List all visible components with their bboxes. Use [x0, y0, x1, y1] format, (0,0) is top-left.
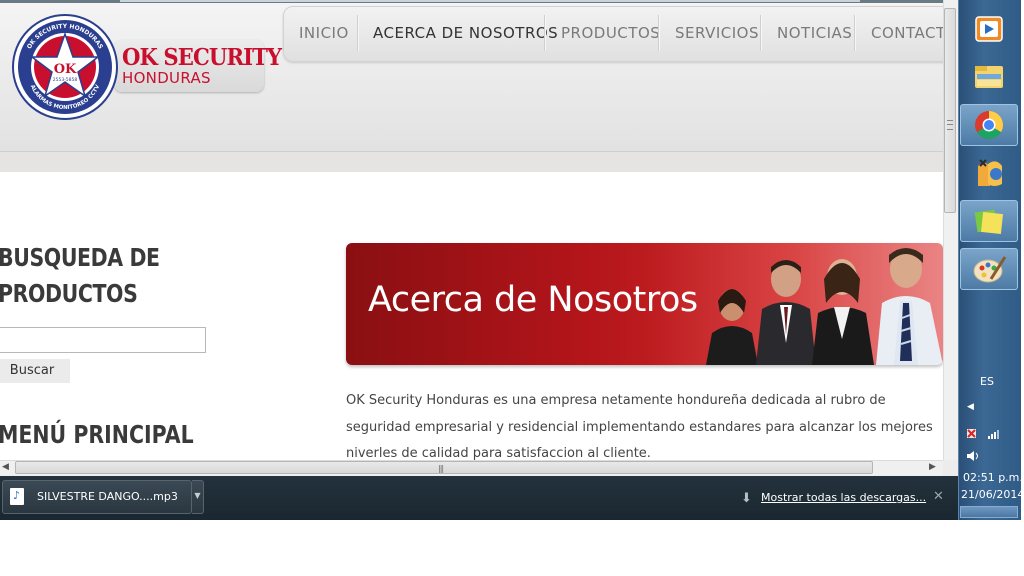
show-desktop-button[interactable]	[960, 506, 1018, 518]
clock-time[interactable]: 02:51 p.m.	[963, 471, 1023, 484]
taskbar-file-explorer[interactable]	[960, 56, 1018, 98]
header-divider	[0, 151, 943, 172]
taskbar-chrome[interactable]	[960, 104, 1018, 146]
download-arrow-icon: ⬇	[741, 491, 752, 506]
taskbar-games[interactable]	[960, 152, 1018, 194]
scroll-grip-icon: |||	[438, 464, 444, 473]
taskbar-paint[interactable]	[960, 248, 1018, 290]
sticky-notes-icon	[974, 209, 1003, 234]
chevron-down-icon[interactable]: ▼	[192, 480, 204, 514]
banner-title: Acerca de Nosotros	[368, 280, 698, 320]
download-filename[interactable]: SILVESTRE DANGO....mp3	[37, 490, 178, 503]
file-explorer-icon	[975, 66, 1003, 88]
media-player-icon	[975, 16, 1003, 42]
logo-badge-icon[interactable]: OK 2553-5858 OK SECURITY HONDURAS ALARMA…	[12, 14, 118, 120]
language-indicator[interactable]: ES	[980, 375, 994, 388]
close-icon[interactable]: ✕	[933, 489, 944, 504]
paint-icon	[973, 256, 1007, 283]
logo-subtitle[interactable]: HONDURAS	[122, 69, 211, 87]
logo-title[interactable]: OK SECURITY	[122, 44, 282, 71]
music-file-icon: ♪	[10, 488, 24, 505]
nav-item-inicio[interactable]: INICIO	[299, 24, 349, 42]
scrollbar-corner	[943, 460, 958, 476]
chrome-icon	[975, 111, 1003, 139]
vertical-scroll-thumb[interactable]	[944, 8, 956, 213]
main-nav: INICIO ACERCA DE NOSOTROS PRODUCTOS SERV…	[283, 6, 943, 62]
tray-expand-icon[interactable]: ◀	[967, 402, 974, 412]
search-input[interactable]	[0, 327, 206, 353]
nav-item-acerca[interactable]: ACERCA DE NOSOTROS	[373, 24, 558, 42]
menu-heading: MENÚ PRINCIPAL	[0, 420, 194, 449]
network-status-icon[interactable]	[966, 426, 1006, 442]
scroll-left-arrow-icon[interactable]: ◀	[2, 462, 9, 472]
show-all-downloads-link[interactable]: Mostrar todas las descargas...	[761, 491, 926, 504]
scroll-grip-icon	[947, 120, 953, 130]
taskbar-sticky-notes[interactable]	[960, 200, 1018, 242]
horizontal-scroll-thumb[interactable]	[15, 461, 873, 474]
nav-item-productos[interactable]: PRODUCTOS	[561, 24, 660, 42]
taskbar-media-player[interactable]	[960, 8, 1018, 50]
volume-icon[interactable]	[966, 449, 982, 463]
nav-item-contacte[interactable]: CONTACTE	[871, 24, 943, 42]
badge-center-text: OK	[54, 62, 77, 77]
search-button[interactable]: Buscar	[0, 359, 70, 383]
browser-viewport: OK 2553-5858 OK SECURITY HONDURAS ALARMA…	[0, 0, 943, 460]
search-heading: BUSQUEDA DE PRODUCTOS	[0, 243, 160, 308]
badge-phone-text: 2553-5858	[53, 77, 78, 83]
scroll-right-arrow-icon[interactable]: ▶	[929, 462, 936, 472]
nav-item-servicios[interactable]: SERVICIOS	[675, 24, 759, 42]
clock-date[interactable]: 21/06/2014	[961, 488, 1024, 501]
nav-item-noticias[interactable]: NOTICIAS	[777, 24, 852, 42]
games-icon	[978, 159, 1002, 186]
intro-paragraph: OK Security Honduras es una empresa neta…	[346, 393, 933, 460]
